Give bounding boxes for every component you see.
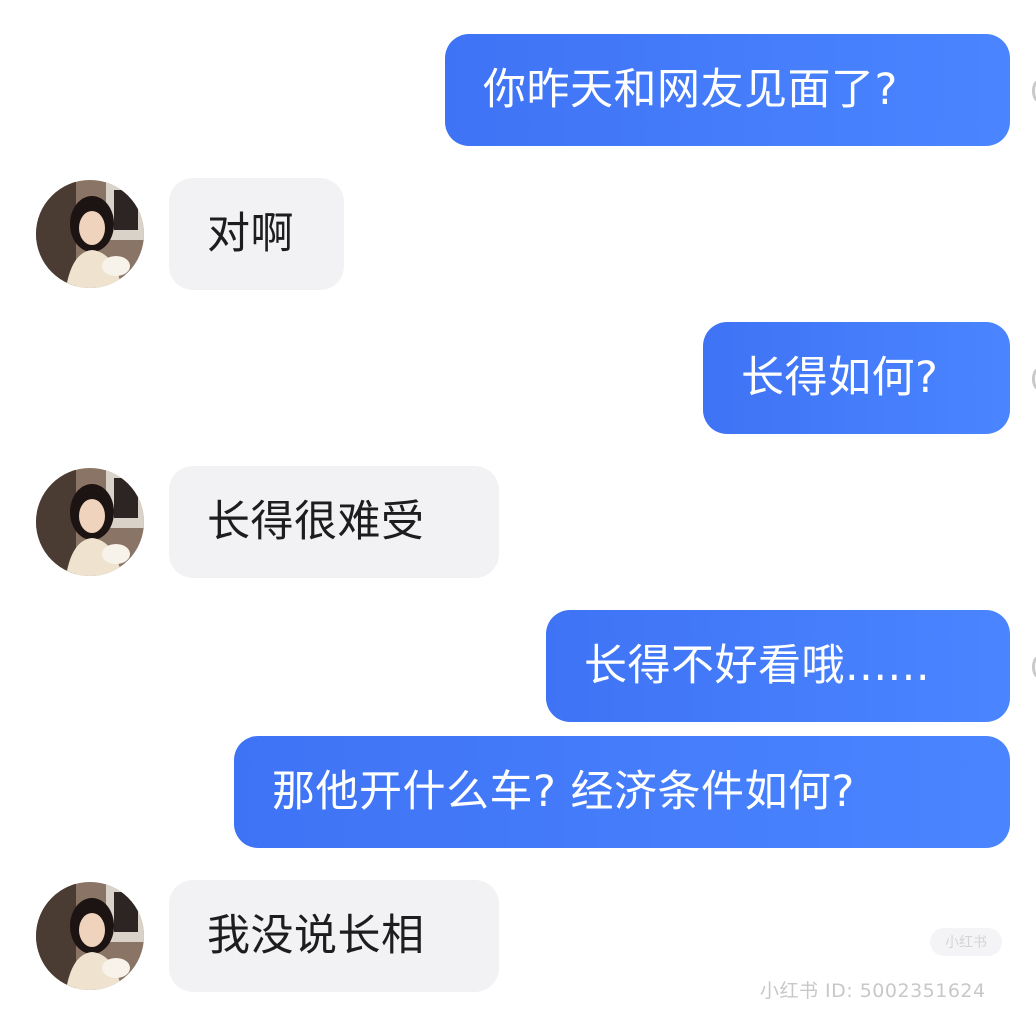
message-bubble-outgoing[interactable]: 长得如何? (703, 322, 1010, 434)
chat-screen: 你昨天和网友见面了? 对啊 长得如何? 长得很难受 长得不好看哦...... 那… (0, 0, 1036, 1023)
watermark-text: 小红书 ID: 5002351624 (760, 980, 986, 1002)
message-bubble-incoming[interactable]: 长得很难受 (169, 466, 499, 578)
read-indicator-icon (1032, 80, 1036, 102)
girl-photo-avatar-icon (36, 468, 144, 576)
message-text: 长得不好看哦...... (584, 640, 931, 691)
message-text: 那他开什么车? 经济条件如何? (272, 766, 855, 817)
message-bubble-incoming[interactable]: 我没说长相 (169, 880, 499, 992)
avatar[interactable] (36, 468, 144, 576)
message-bubble-outgoing[interactable]: 长得不好看哦...... (546, 610, 1010, 722)
message-text: 长得很难受 (207, 496, 425, 547)
message-bubble-outgoing[interactable]: 你昨天和网友见面了? (445, 34, 1010, 146)
message-text: 长得如何? (741, 352, 939, 403)
message-text: 我没说长相 (207, 910, 425, 961)
message-text: 对啊 (207, 208, 294, 259)
girl-photo-avatar-icon (36, 882, 144, 990)
message-text: 你昨天和网友见面了? (483, 64, 898, 115)
girl-photo-avatar-icon (36, 180, 144, 288)
message-bubble-outgoing[interactable]: 那他开什么车? 经济条件如何? (234, 736, 1010, 848)
avatar[interactable] (36, 882, 144, 990)
message-bubble-incoming[interactable]: 对啊 (169, 178, 344, 290)
read-indicator-icon (1032, 368, 1036, 390)
read-indicator-icon (1032, 656, 1036, 678)
watermark-badge: 小红书 (930, 928, 1002, 956)
avatar[interactable] (36, 180, 144, 288)
